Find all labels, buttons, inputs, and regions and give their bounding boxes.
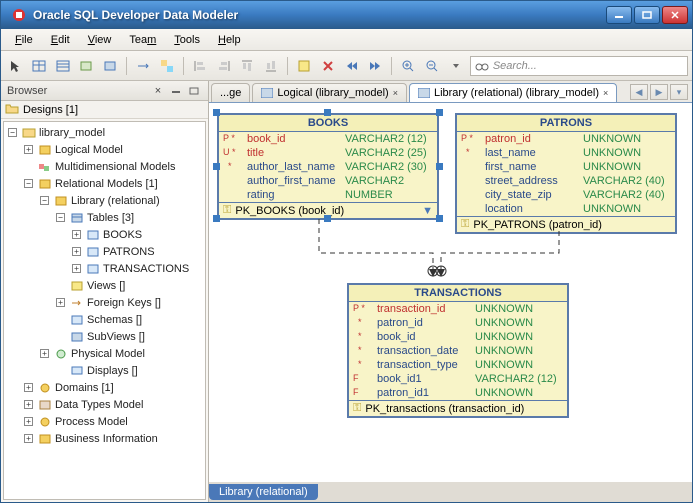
toolbar: Search...: [1, 51, 692, 81]
design-toolbar: Designs [1]: [1, 101, 208, 119]
tree-views[interactable]: Views []: [4, 277, 206, 294]
rewind-icon[interactable]: [342, 56, 362, 76]
canvas-area: ...ge Logical (library_model)× Library (…: [209, 81, 692, 502]
close-tab-icon[interactable]: ×: [603, 88, 608, 98]
nav-next-icon[interactable]: ▶: [650, 84, 668, 100]
tree-business[interactable]: +Business Information: [4, 430, 206, 447]
tree-patrons[interactable]: +PATRONS: [4, 243, 206, 260]
search-input[interactable]: Search...: [470, 56, 688, 76]
tree-books[interactable]: +BOOKS: [4, 226, 206, 243]
subview-icon[interactable]: [157, 56, 177, 76]
menubar: File Edit View Team Tools Help: [1, 29, 692, 51]
key-icon: ⚿: [461, 218, 469, 231]
materialized-icon[interactable]: [100, 56, 120, 76]
tree-multi[interactable]: Multidimensional Models: [4, 158, 206, 175]
app-icon: [11, 7, 27, 23]
folder-open-icon[interactable]: [5, 102, 19, 117]
nav-prev-icon[interactable]: ◀: [630, 84, 648, 100]
tree-logical[interactable]: +Logical Model: [4, 141, 206, 158]
menu-help[interactable]: Help: [210, 32, 249, 48]
minimize-button[interactable]: [606, 6, 632, 24]
table-icon[interactable]: [29, 56, 49, 76]
zoomin-icon[interactable]: [398, 56, 418, 76]
binoculars-icon: [475, 59, 489, 73]
align-left-icon[interactable]: [190, 56, 210, 76]
entity-title: PATRONS: [457, 115, 675, 132]
tree-library[interactable]: −Library (relational): [4, 192, 206, 209]
menu-view[interactable]: View: [80, 32, 120, 48]
entity-columns: P *book_idVARCHAR2 (12)U *titleVARCHAR2 …: [219, 132, 437, 202]
designs-label: Designs [1]: [23, 104, 78, 116]
view-icon[interactable]: [76, 56, 96, 76]
tree-displays[interactable]: Displays []: [4, 362, 206, 379]
entity-title: BOOKS: [219, 115, 437, 132]
tree-schemas[interactable]: Schemas []: [4, 311, 206, 328]
key-icon: ⚿: [353, 402, 361, 415]
align-top-icon[interactable]: [237, 56, 257, 76]
align-bottom-icon[interactable]: [261, 56, 281, 76]
tab-logical[interactable]: Logical (library_model)×: [252, 83, 407, 102]
diagram-canvas[interactable]: BOOKS P *book_idVARCHAR2 (12)U *titleVAR…: [209, 103, 692, 482]
app-title: Oracle SQL Developer Data Modeler: [33, 8, 604, 22]
chevron-down-icon[interactable]: [446, 56, 466, 76]
titlebar: Oracle SQL Developer Data Modeler: [1, 1, 692, 29]
forward-icon[interactable]: [366, 56, 386, 76]
browser-title: Browser: [7, 85, 47, 97]
entity-transactions[interactable]: TRANSACTIONS P *transaction_idUNKNOWN *p…: [347, 283, 569, 418]
menu-team[interactable]: Team: [121, 32, 164, 48]
close-button[interactable]: [662, 6, 688, 24]
align-right-icon[interactable]: [214, 56, 234, 76]
search-placeholder: Search...: [493, 60, 537, 72]
fk-icon[interactable]: [133, 56, 153, 76]
tree[interactable]: −library_model +Logical Model Multidimen…: [3, 121, 206, 500]
tree-domains[interactable]: +Domains [1]: [4, 379, 206, 396]
entity-patrons[interactable]: PATRONS P *patron_idUNKNOWN *last_nameUN…: [455, 113, 677, 234]
diagram-icon: [418, 88, 430, 98]
note-icon[interactable]: [294, 56, 314, 76]
table2-icon[interactable]: [53, 56, 73, 76]
menu-tools[interactable]: Tools: [166, 32, 208, 48]
key-icon: ⚿: [223, 204, 231, 217]
tab-startpage[interactable]: ...ge: [211, 83, 250, 102]
footer-tabrow: Library (relational): [209, 482, 692, 502]
diagram-icon: [261, 88, 273, 98]
zoomout-icon[interactable]: [422, 56, 442, 76]
restore-panel-icon[interactable]: [186, 84, 202, 98]
tree-process[interactable]: +Process Model: [4, 413, 206, 430]
delete-icon[interactable]: [318, 56, 338, 76]
tree-fkeys[interactable]: +Foreign Keys []: [4, 294, 206, 311]
tree-subviews[interactable]: SubViews []: [4, 328, 206, 345]
entity-pk: ⚿PK_transactions (transaction_id): [349, 400, 567, 416]
maximize-button[interactable]: [634, 6, 660, 24]
minimize-panel-icon[interactable]: [168, 84, 184, 98]
entity-pk: ⚿PK_PATRONS (patron_id): [457, 216, 675, 232]
close-tab-icon[interactable]: ×: [393, 88, 398, 98]
entity-books[interactable]: BOOKS P *book_idVARCHAR2 (12)U *titleVAR…: [217, 113, 439, 220]
entity-title: TRANSACTIONS: [349, 285, 567, 302]
tree-root[interactable]: −library_model: [4, 124, 206, 141]
entity-columns: P *patron_idUNKNOWN *last_nameUNKNOWNfir…: [457, 132, 675, 216]
menu-file[interactable]: File: [7, 32, 41, 48]
entity-columns: P *transaction_idUNKNOWN *patron_idUNKNO…: [349, 302, 567, 400]
nav-list-icon[interactable]: ▾: [670, 84, 688, 100]
menu-edit[interactable]: Edit: [43, 32, 78, 48]
tree-physical[interactable]: +Physical Model: [4, 345, 206, 362]
tree-transactions[interactable]: +TRANSACTIONS: [4, 260, 206, 277]
browser-panel: Browser × Designs [1] −library_model +Lo…: [1, 81, 209, 502]
pointer-icon[interactable]: [5, 56, 25, 76]
browser-header: Browser ×: [1, 81, 208, 101]
tree-relational[interactable]: −Relational Models [1]: [4, 175, 206, 192]
tab-library-relational[interactable]: Library (relational) (library_model)×: [409, 83, 617, 102]
tree-datatypes[interactable]: +Data Types Model: [4, 396, 206, 413]
tree-tables[interactable]: −Tables [3]: [4, 209, 206, 226]
close-panel-icon[interactable]: ×: [150, 84, 166, 98]
tabrow: ...ge Logical (library_model)× Library (…: [209, 81, 692, 103]
footer-tab-library[interactable]: Library (relational): [209, 484, 318, 500]
